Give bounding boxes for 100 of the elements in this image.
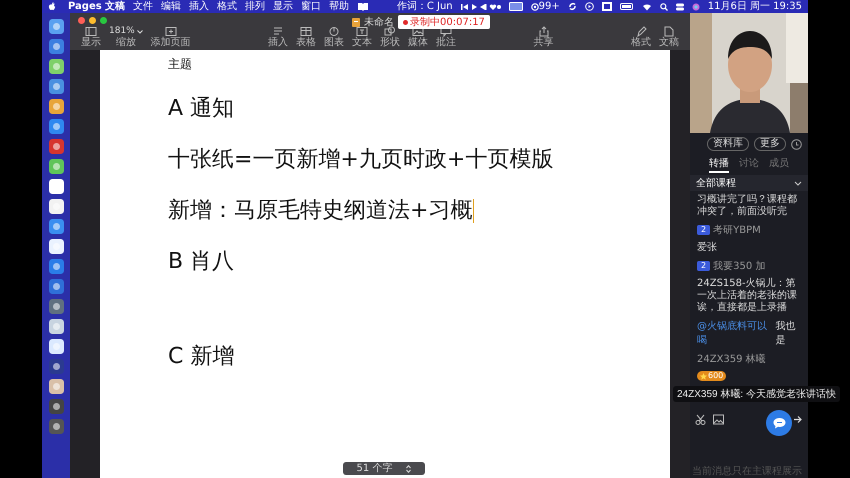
siri-icon[interactable] [692, 2, 700, 10]
body-text: C 新增 [168, 342, 234, 370]
share-icon [538, 26, 550, 37]
media-controls-icon[interactable] [460, 2, 501, 10]
user-name: 考研YBPM [713, 224, 761, 237]
play-circle-icon[interactable] [584, 2, 594, 11]
at-icon [530, 2, 539, 10]
tab[interactable]: 讨论 [739, 156, 759, 173]
app-icon[interactable] [48, 119, 64, 134]
add-page-icon [164, 26, 177, 37]
app-icon[interactable] [48, 139, 64, 154]
toolbar-button[interactable]: 显示 [78, 26, 104, 48]
app-icon[interactable] [48, 39, 64, 54]
footer-note: 当前消息只在主课程展示 [692, 464, 802, 478]
chevron-down-icon [794, 180, 802, 186]
sidebar-icon [85, 26, 97, 37]
control-center-icon[interactable] [676, 2, 684, 10]
document-icon [663, 26, 675, 37]
menu-item[interactable]: 排列 [245, 0, 266, 12]
toolbar-button[interactable]: 插入 [265, 26, 292, 48]
document-icon [352, 18, 360, 26]
tab[interactable]: 转播 [709, 156, 729, 173]
record-dot-icon [403, 20, 408, 24]
toolbar-button[interactable]: 媒体 [405, 26, 432, 48]
app-icon[interactable] [48, 279, 64, 294]
table-icon [300, 26, 312, 37]
book-icon[interactable] [357, 2, 370, 11]
chat-message: 习概讲完了吗？课程都冲突了，前面没听完 [697, 194, 798, 218]
text-cursor [473, 198, 474, 222]
menu-item[interactable]: 插入 [189, 0, 210, 12]
word-count[interactable]: 51 个字 [343, 462, 425, 475]
minimize-icon[interactable] [89, 17, 96, 24]
panel-button[interactable]: 更多 [754, 137, 786, 151]
close-icon[interactable] [78, 17, 85, 24]
level-badge: 2 [697, 261, 710, 271]
search-icon[interactable] [660, 2, 668, 10]
toolbar-button[interactable]: 形状 [377, 26, 404, 48]
app-icon[interactable] [48, 219, 64, 234]
sync-icon[interactable] [568, 2, 577, 11]
menu-item[interactable]: 格式 [217, 0, 238, 12]
app-icon[interactable] [48, 259, 64, 274]
star-icon [700, 372, 707, 380]
image-icon[interactable] [713, 414, 724, 425]
app-icon[interactable] [48, 179, 64, 194]
app-icon[interactable] [48, 159, 64, 174]
section-title: 全部课程 [696, 176, 736, 190]
app-icon[interactable] [48, 399, 64, 414]
chat-bubble-button[interactable] [766, 410, 792, 436]
chevron-down-icon [136, 30, 143, 34]
menu-item[interactable]: 帮助 [329, 0, 350, 12]
app-icon[interactable] [48, 319, 64, 334]
grid-icon[interactable] [602, 2, 612, 11]
body-text: B 肖八 [168, 248, 234, 276]
screen-icon[interactable] [508, 2, 523, 11]
app-icon[interactable] [48, 79, 64, 94]
zoom-button[interactable]: 181% 缩放 [106, 26, 146, 48]
battery-icon[interactable] [620, 3, 634, 10]
toolbar-button[interactable]: 格式 [628, 26, 654, 48]
clock[interactable]: 11月6日 周一 19:35 [708, 0, 802, 12]
app-icon[interactable] [48, 199, 64, 214]
menu-item[interactable]: 编辑 [161, 0, 182, 12]
app-icon[interactable] [48, 379, 64, 394]
text-box-icon [356, 26, 368, 37]
window-title: 未命名 [364, 16, 394, 29]
toolbar-button[interactable]: 表格 [293, 26, 320, 48]
tab[interactable]: 成员 [769, 156, 789, 173]
app-icon[interactable] [48, 99, 64, 114]
app-icon[interactable] [48, 359, 64, 374]
scissors-icon[interactable] [695, 414, 706, 425]
menu-item[interactable]: 文件 [133, 0, 154, 12]
wifi-icon[interactable] [642, 2, 652, 10]
user-name: 24ZX359 林曦 [697, 352, 767, 366]
menu-item[interactable]: 窗口 [301, 0, 322, 12]
heading-text: 主题 [168, 56, 193, 73]
chat-message: 爱张 [697, 242, 718, 254]
panel-button[interactable]: 资料库 [707, 137, 749, 151]
app-icon[interactable] [48, 19, 64, 34]
maximize-icon[interactable] [100, 17, 107, 24]
recording-indicator: 录制中00:07:17 [398, 15, 490, 29]
app-menu[interactable]: Pages 文稿 [68, 0, 126, 12]
section-header[interactable]: 全部课程 [690, 175, 808, 191]
clock-icon[interactable] [791, 138, 802, 150]
toolbar-button[interactable]: 共享 [530, 26, 557, 48]
toolbar-button[interactable]: 批注 [433, 26, 460, 48]
body-text: 十张纸=一页新增+九页时政+十页模版 [168, 146, 554, 174]
notification-count[interactable]: 99+ [530, 0, 560, 12]
app-icon[interactable] [48, 299, 64, 314]
app-icon[interactable] [48, 419, 64, 434]
toolbar-button[interactable]: 文本 [349, 26, 376, 48]
menu-item[interactable]: 显示 [273, 0, 294, 12]
mention-link[interactable]: @火锅底料可以喝 [697, 319, 770, 347]
toolbar-button[interactable]: 图表 [321, 26, 348, 48]
app-icon[interactable] [48, 339, 64, 354]
app-icon[interactable] [48, 59, 64, 74]
arrow-right-icon[interactable] [793, 415, 803, 424]
toolbar-button[interactable]: 文稿 [656, 26, 682, 48]
toolbar-button[interactable]: 添加页面 [148, 26, 194, 48]
lyrics-text: 作词：C Jun [396, 0, 453, 12]
apple-icon[interactable] [48, 2, 56, 11]
app-icon[interactable] [48, 239, 64, 254]
